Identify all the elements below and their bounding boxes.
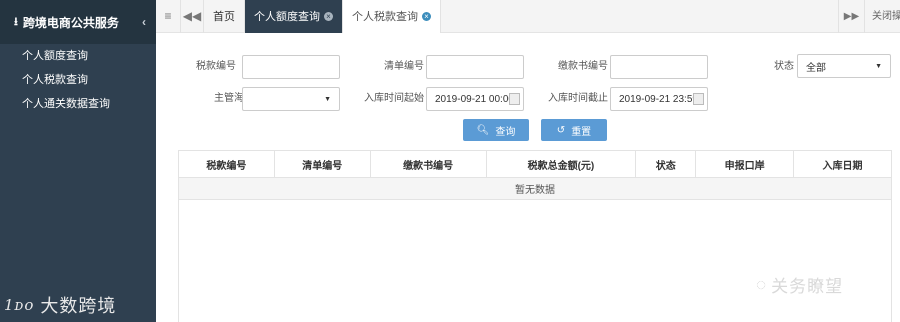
tab-scroll-left-icon[interactable]: ◀◀	[180, 0, 204, 33]
table-header-row: 税款编号 清单编号 缴款书编号 税款总金额(元) 状态 申报口岸 入库日期	[178, 150, 892, 178]
close-icon[interactable]: ×	[422, 11, 431, 21]
menu-toggle-icon[interactable]: ≡	[156, 0, 180, 33]
wechat-icon: ◌	[756, 274, 768, 294]
query-button-label: 查询	[495, 126, 516, 138]
column-header[interactable]: 申报口岸	[695, 150, 795, 178]
payment-no-input[interactable]	[610, 55, 708, 79]
tab-bar: ≡ ◀◀ 首页 个人额度查询 × 个人税款查询 × ▶▶ 关闭操作	[156, 0, 900, 33]
end-time-input[interactable]: 2019-09-21 23:59	[610, 87, 708, 111]
list-no-input[interactable]	[426, 55, 524, 79]
end-time-label: 入库时间截止	[548, 93, 608, 104]
table-row: 暂无数据	[178, 177, 892, 200]
watermark-logo-icon: 1ᴅᴏ	[4, 296, 35, 314]
list-no-label: 清单编号	[384, 61, 424, 72]
tax-table: 税款编号 清单编号 缴款书编号 税款总金额(元) 状态 申报口岸 入库日期 暂无…	[178, 150, 892, 200]
empty-data-message: 暂无数据	[178, 177, 892, 200]
column-header[interactable]: 入库日期	[793, 150, 892, 178]
tab-quota-query[interactable]: 个人额度查询 ×	[245, 0, 343, 33]
collapse-sidebar-icon[interactable]: ‹	[142, 15, 146, 29]
sidebar-item-quota-query[interactable]: 个人额度查询	[0, 44, 156, 68]
sidebar-item-tax-query[interactable]: 个人税款查询	[0, 68, 156, 92]
tab-bar-right: ▶▶ 关闭操作	[838, 0, 900, 33]
reset-icon: ↺	[556, 124, 566, 136]
tax-no-label: 税款编号	[196, 61, 236, 72]
status-value: 全部	[806, 62, 826, 74]
column-header[interactable]: 税款总金额(元)	[485, 150, 637, 178]
chevron-down-icon: ▼	[324, 95, 331, 103]
close-operations-button[interactable]: 关闭操作	[864, 0, 900, 33]
column-header[interactable]: 清单编号	[273, 150, 371, 178]
search-icon: 🔍︎	[476, 124, 490, 136]
reset-button[interactable]: ↺ 重置	[541, 119, 607, 141]
column-header[interactable]: 税款编号	[178, 150, 275, 178]
start-time-input[interactable]: 2019-09-21 00:00	[426, 87, 524, 111]
tab-tax-query[interactable]: 个人税款查询 ×	[343, 0, 441, 33]
app-title: 跨境电商公共服务	[22, 15, 119, 30]
sidebar-watermark-text: 大数跨境	[40, 296, 117, 316]
watermark: ◌ 关务瞭望	[756, 272, 843, 297]
reset-button-label: 重置	[571, 126, 592, 138]
tab-home[interactable]: 首页	[204, 0, 245, 33]
calendar-icon[interactable]	[693, 93, 704, 105]
tax-no-input[interactable]	[242, 55, 340, 79]
column-header[interactable]: 状态	[635, 150, 697, 178]
start-time-label: 入库时间起始	[364, 93, 424, 104]
close-icon[interactable]: ×	[324, 11, 333, 21]
column-header[interactable]: 缴款书编号	[369, 150, 487, 178]
query-button[interactable]: 🔍︎ 查询	[463, 119, 529, 141]
tab-label: 个人税款查询	[352, 11, 418, 23]
chevron-down-icon: ▼	[875, 62, 882, 70]
tab-scroll-right-icon[interactable]: ▶▶	[838, 0, 864, 33]
status-label: 状态	[774, 61, 794, 72]
sidebar-watermark: 1ᴅᴏ 大数跨境	[4, 292, 116, 318]
watermark-text: 关务瞭望	[771, 277, 844, 296]
calendar-icon[interactable]	[509, 93, 520, 105]
table-body-area	[178, 199, 892, 322]
sidebar-header: ⭳ 跨境电商公共服务 ‹	[0, 0, 156, 44]
customs-select[interactable]: ▼	[242, 87, 340, 111]
sidebar-item-clearance-query[interactable]: 个人通关数据查询	[0, 92, 156, 116]
sidebar: ⭳ 跨境电商公共服务 ‹ 个人额度查询 个人税款查询 个人通关数据查询 1ᴅᴏ …	[0, 0, 156, 322]
status-select[interactable]: 全部 ▼	[797, 54, 891, 78]
download-icon: ⭳	[14, 15, 18, 28]
tab-label: 个人额度查询	[254, 11, 320, 23]
payment-no-label: 缴款书编号	[558, 61, 608, 72]
